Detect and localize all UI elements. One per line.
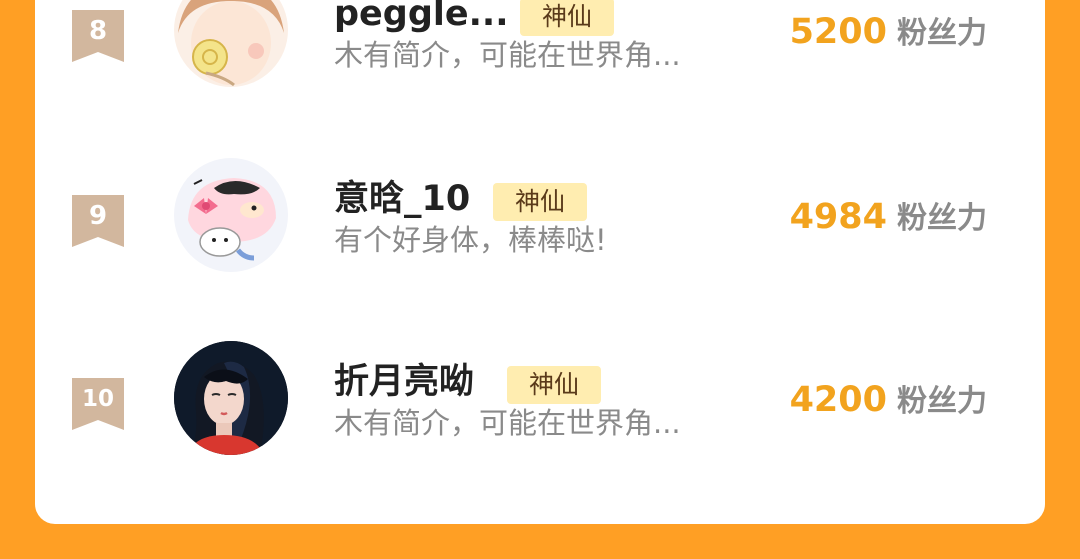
title-badge: 神仙	[507, 366, 602, 404]
leaderboard-card: 8 peggle... 神仙 木有简介，可能在世界角... 5200 粉丝力 9…	[35, 0, 1045, 524]
title-badge: 神仙	[520, 0, 615, 36]
leaderboard-row-9[interactable]: 9 意晗_10 神仙 有个好身体，棒棒哒! 4984 粉丝力	[35, 145, 1045, 285]
rank-number: 10	[81, 386, 114, 412]
leaderboard-row-8[interactable]: 8 peggle... 神仙 木有简介，可能在世界角... 5200 粉丝力	[35, 0, 1045, 100]
fans-unit: 粉丝力	[897, 384, 987, 419]
user-intro: 木有简介，可能在世界角...	[334, 38, 681, 72]
user-intro: 木有简介，可能在世界角...	[334, 406, 681, 440]
user-avatar[interactable]	[174, 341, 288, 455]
fans-value: 4200	[789, 380, 887, 420]
user-avatar[interactable]	[174, 0, 288, 87]
fans-score: 4984 粉丝力	[790, 195, 987, 245]
user-name: 折月亮呦	[334, 362, 475, 402]
user-name: 意晗_10	[334, 179, 471, 219]
rank-number: 8	[88, 16, 108, 46]
fans-unit: 粉丝力	[897, 16, 987, 51]
rank-ribbon-icon: 9	[72, 195, 124, 247]
rank-number: 9	[88, 201, 108, 231]
title-badge: 神仙	[493, 183, 588, 221]
user-avatar[interactable]	[174, 158, 288, 272]
rank-ribbon-icon: 10	[72, 378, 124, 430]
fans-score: 5200 粉丝力	[790, 10, 987, 60]
fans-value: 5200	[789, 12, 887, 52]
rank-ribbon-icon: 8	[72, 10, 124, 62]
fans-value: 4984	[789, 197, 887, 237]
leaderboard-row-10[interactable]: 10 折月亮呦 神仙 木有简介，可能在世界角... 4200 粉丝力	[35, 328, 1045, 468]
user-intro: 有个好身体，棒棒哒!	[334, 223, 607, 257]
user-name: peggle...	[334, 0, 509, 34]
fans-unit: 粉丝力	[897, 201, 987, 236]
fans-score: 4200 粉丝力	[790, 378, 987, 428]
